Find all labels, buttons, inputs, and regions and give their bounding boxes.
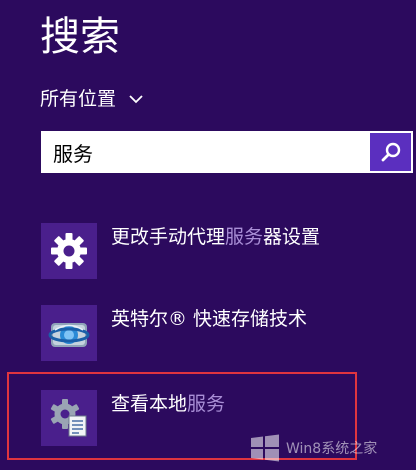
result-tile <box>41 223 97 279</box>
result-tile <box>41 390 97 446</box>
intel-rst-icon <box>48 323 90 347</box>
result-match-text: 服务 <box>225 226 264 248</box>
gear-icon <box>51 233 87 269</box>
search-box <box>41 131 413 173</box>
search-button[interactable] <box>370 133 411 171</box>
result-label: 更改手动代理服务器设置 <box>111 226 321 248</box>
search-icon <box>381 142 400 162</box>
watermark: Win8系统之家 <box>250 434 377 462</box>
search-result-item[interactable]: 更改手动代理服务器设置 <box>41 223 320 279</box>
result-label: 查看本地服务 <box>111 393 226 415</box>
result-match-text: 服务 <box>187 393 226 415</box>
result-tile <box>41 305 97 361</box>
search-scope-label: 所有位置 <box>40 88 117 110</box>
search-result-item[interactable]: 英特尔® 快速存储技术 <box>41 305 307 361</box>
search-scope-dropdown[interactable]: 所有位置 <box>40 86 144 112</box>
watermark-text: Win8系统之家 <box>286 441 378 457</box>
chevron-down-icon <box>129 95 143 104</box>
page-title: 搜索 <box>40 14 120 60</box>
search-input[interactable] <box>41 131 368 173</box>
services-icon <box>50 399 87 437</box>
result-label: 英特尔® 快速存储技术 <box>111 308 308 330</box>
search-result-item[interactable]: 查看本地服务 <box>41 390 225 446</box>
windows-logo-icon <box>251 434 279 462</box>
